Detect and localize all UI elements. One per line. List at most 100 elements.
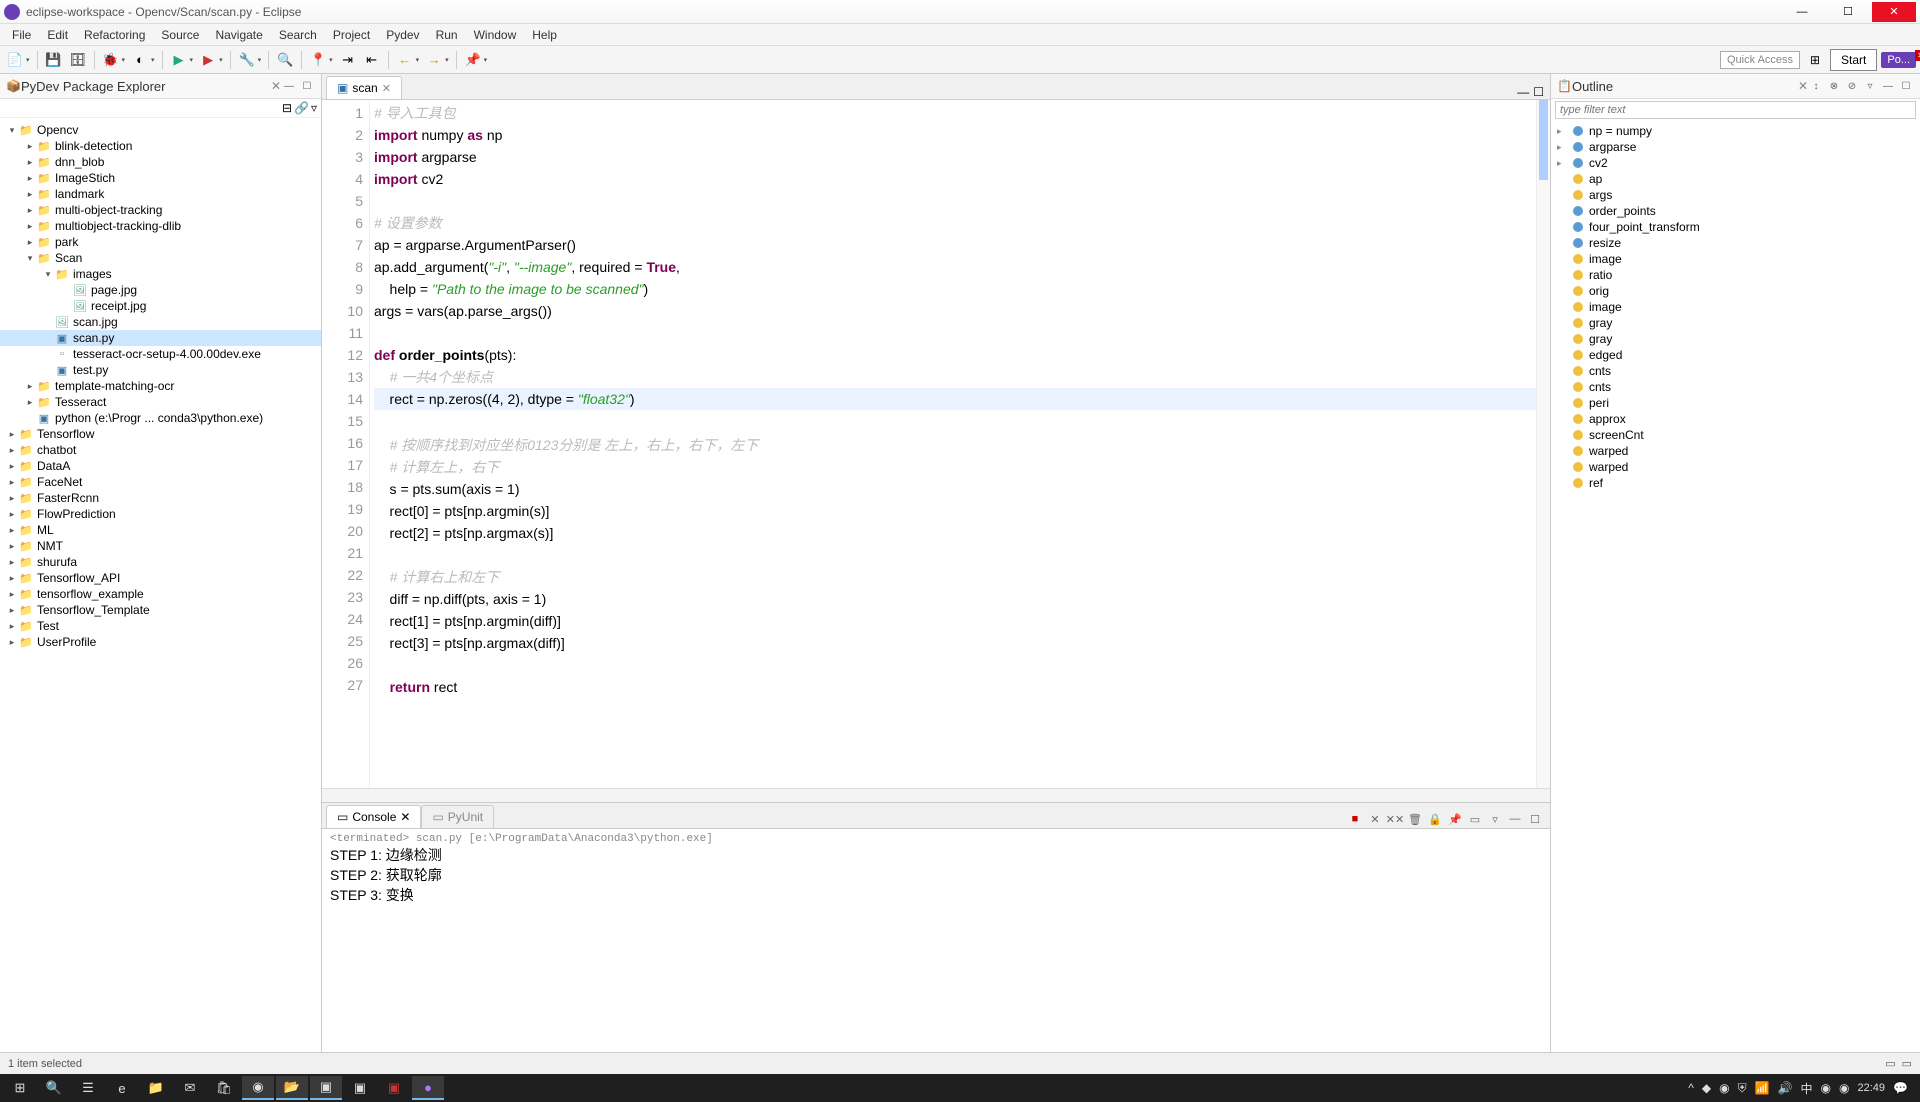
- open-perspective-button[interactable]: ⊞: [1804, 49, 1826, 71]
- remove-launch-button[interactable]: ✕: [1366, 810, 1384, 828]
- link-editor-button[interactable]: 🔗: [294, 101, 309, 115]
- tree-item-nmt[interactable]: ▸📁NMT: [0, 538, 321, 554]
- forward-button[interactable]: →: [423, 49, 445, 71]
- minimize-console-button[interactable]: —: [1506, 810, 1524, 828]
- outline-item-warped[interactable]: warped: [1551, 443, 1920, 459]
- tree-item-userprofile[interactable]: ▸📁UserProfile: [0, 634, 321, 650]
- tray-wifi-icon[interactable]: 📶: [1755, 1081, 1770, 1095]
- outline-item-cnts[interactable]: cnts: [1551, 363, 1920, 379]
- tree-item-python-e-progr-conda3-python-exe-[interactable]: ▣python (e:\Progr ... conda3\python.exe): [0, 410, 321, 426]
- run-button[interactable]: ▶: [168, 49, 190, 71]
- outline-item-orig[interactable]: orig: [1551, 283, 1920, 299]
- tree-item-landmark[interactable]: ▸📁landmark: [0, 186, 321, 202]
- toggle-mark-button[interactable]: 📍: [307, 49, 329, 71]
- save-all-button[interactable]: 🗄: [67, 49, 89, 71]
- console-output[interactable]: <terminated> scan.py [e:\ProgramData\Ana…: [322, 829, 1550, 1052]
- taskbar-time[interactable]: 22:49: [1858, 1082, 1886, 1094]
- overview-ruler[interactable]: [1536, 100, 1550, 788]
- tree-item-ml[interactable]: ▸📁ML: [0, 522, 321, 538]
- outline-item-warped[interactable]: warped: [1551, 459, 1920, 475]
- tree-item-multi-object-tracking[interactable]: ▸📁multi-object-tracking: [0, 202, 321, 218]
- menu-run[interactable]: Run: [428, 26, 466, 44]
- outline-item-peri[interactable]: peri: [1551, 395, 1920, 411]
- minimize-editor-button[interactable]: —: [1517, 85, 1529, 99]
- tree-item-dataa[interactable]: ▸📁DataA: [0, 458, 321, 474]
- outline-item-screencnt[interactable]: screenCnt: [1551, 427, 1920, 443]
- tree-item-template-matching-ocr[interactable]: ▸📁template-matching-ocr: [0, 378, 321, 394]
- perspective-badge[interactable]: Po...: [1881, 52, 1916, 68]
- collapse-all-button[interactable]: ⊟: [282, 101, 292, 115]
- menu-navigate[interactable]: Navigate: [207, 26, 270, 44]
- console-tab[interactable]: ▭ Console ✕: [326, 805, 421, 828]
- outline-item-gray[interactable]: gray: [1551, 315, 1920, 331]
- new-button[interactable]: 📄: [4, 49, 26, 71]
- debug-button[interactable]: 🐞: [100, 49, 122, 71]
- tree-item-page-jpg[interactable]: 🖼page.jpg: [0, 282, 321, 298]
- tree-item-scan-jpg[interactable]: 🖼scan.jpg: [0, 314, 321, 330]
- display-selected-button[interactable]: ▭: [1466, 810, 1484, 828]
- tree-item-tensorflow-api[interactable]: ▸📁Tensorflow_API: [0, 570, 321, 586]
- close-view-icon[interactable]: ✕: [271, 79, 281, 93]
- close-outline-icon[interactable]: ✕: [1798, 79, 1808, 93]
- tray-icon-4[interactable]: ◉: [1821, 1081, 1831, 1095]
- sort-button[interactable]: ↕: [1808, 78, 1824, 94]
- outline-item-np-numpy[interactable]: ▸np = numpy: [1551, 123, 1920, 139]
- tree-item-facenet[interactable]: ▸📁FaceNet: [0, 474, 321, 490]
- outline-item-argparse[interactable]: ▸argparse: [1551, 139, 1920, 155]
- editor-tab-scan[interactable]: ▣ scan ✕: [326, 76, 402, 99]
- quick-access[interactable]: Quick Access: [1720, 51, 1800, 69]
- tree-item-multiobject-tracking-dlib[interactable]: ▸📁multiobject-tracking-dlib: [0, 218, 321, 234]
- tree-item-receipt-jpg[interactable]: 🖼receipt.jpg: [0, 298, 321, 314]
- tree-item-shurufa[interactable]: ▸📁shurufa: [0, 554, 321, 570]
- next-annotation-button[interactable]: ⇥: [337, 49, 359, 71]
- tree-item-scan-py[interactable]: ▣scan.py: [0, 330, 321, 346]
- tray-icon-3[interactable]: ⛨: [1738, 1081, 1747, 1096]
- back-button[interactable]: ←: [394, 49, 416, 71]
- menu-window[interactable]: Window: [466, 26, 525, 44]
- tree-item-tesseract[interactable]: ▸📁Tesseract: [0, 394, 321, 410]
- outline-item-approx[interactable]: approx: [1551, 411, 1920, 427]
- outline-item-edged[interactable]: edged: [1551, 347, 1920, 363]
- tray-icon-5[interactable]: ◉: [1839, 1081, 1849, 1095]
- outline-item-ref[interactable]: ref: [1551, 475, 1920, 491]
- menu-edit[interactable]: Edit: [39, 26, 76, 44]
- package-explorer-tree[interactable]: ▾📁Opencv▸📁blink-detection▸📁dnn_blob▸📁Ima…: [0, 118, 321, 1052]
- hide-static-button[interactable]: ⊘: [1844, 78, 1860, 94]
- outline-item-cnts[interactable]: cnts: [1551, 379, 1920, 395]
- notification-icon[interactable]: 💬: [1893, 1081, 1908, 1095]
- menu-help[interactable]: Help: [524, 26, 565, 44]
- minimize-outline-button[interactable]: —: [1880, 78, 1896, 94]
- outline-item-order-points[interactable]: order_points: [1551, 203, 1920, 219]
- tray-icon-1[interactable]: ◆: [1702, 1081, 1711, 1095]
- tree-item-test[interactable]: ▸📁Test: [0, 618, 321, 634]
- minimize-view-button[interactable]: —: [281, 78, 297, 94]
- minimize-button[interactable]: —: [1780, 2, 1824, 22]
- maximize-console-button[interactable]: ☐: [1526, 810, 1544, 828]
- menu-project[interactable]: Project: [325, 26, 378, 44]
- outline-list[interactable]: ▸np = numpy▸argparse▸cv2apargsorder_poin…: [1551, 121, 1920, 1052]
- maximize-view-button[interactable]: ☐: [299, 78, 315, 94]
- coverage-button[interactable]: ◐: [129, 49, 151, 71]
- outline-filter-input[interactable]: [1555, 101, 1916, 119]
- tree-item-flowprediction[interactable]: ▸📁FlowPrediction: [0, 506, 321, 522]
- outline-item-image[interactable]: image: [1551, 299, 1920, 315]
- tree-item-dnn-blob[interactable]: ▸📁dnn_blob: [0, 154, 321, 170]
- hide-fields-button[interactable]: ⊗: [1826, 78, 1842, 94]
- terminate-button[interactable]: ■: [1346, 810, 1364, 828]
- open-console-button[interactable]: ▿: [1486, 810, 1504, 828]
- code-editor[interactable]: # 导入工具包import numpy as npimport argparse…: [370, 100, 1536, 788]
- editor-horizontal-scrollbar[interactable]: [322, 788, 1550, 802]
- tray-ime-icon[interactable]: 中: [1801, 1080, 1813, 1097]
- outline-item-resize[interactable]: resize: [1551, 235, 1920, 251]
- save-button[interactable]: 💾: [43, 49, 65, 71]
- close-console-icon[interactable]: ✕: [400, 810, 410, 824]
- tree-item-chatbot[interactable]: ▸📁chatbot: [0, 442, 321, 458]
- tree-item-imagestich[interactable]: ▸📁ImageStich: [0, 170, 321, 186]
- run-last-button[interactable]: ▶: [197, 49, 219, 71]
- outline-item-ap[interactable]: ap: [1551, 171, 1920, 187]
- tray-icon-2[interactable]: ◉: [1719, 1081, 1729, 1095]
- outline-item-cv2[interactable]: ▸cv2: [1551, 155, 1920, 171]
- outline-item-ratio[interactable]: ratio: [1551, 267, 1920, 283]
- tree-item-blink-detection[interactable]: ▸📁blink-detection: [0, 138, 321, 154]
- tree-item-fasterrcnn[interactable]: ▸📁FasterRcnn: [0, 490, 321, 506]
